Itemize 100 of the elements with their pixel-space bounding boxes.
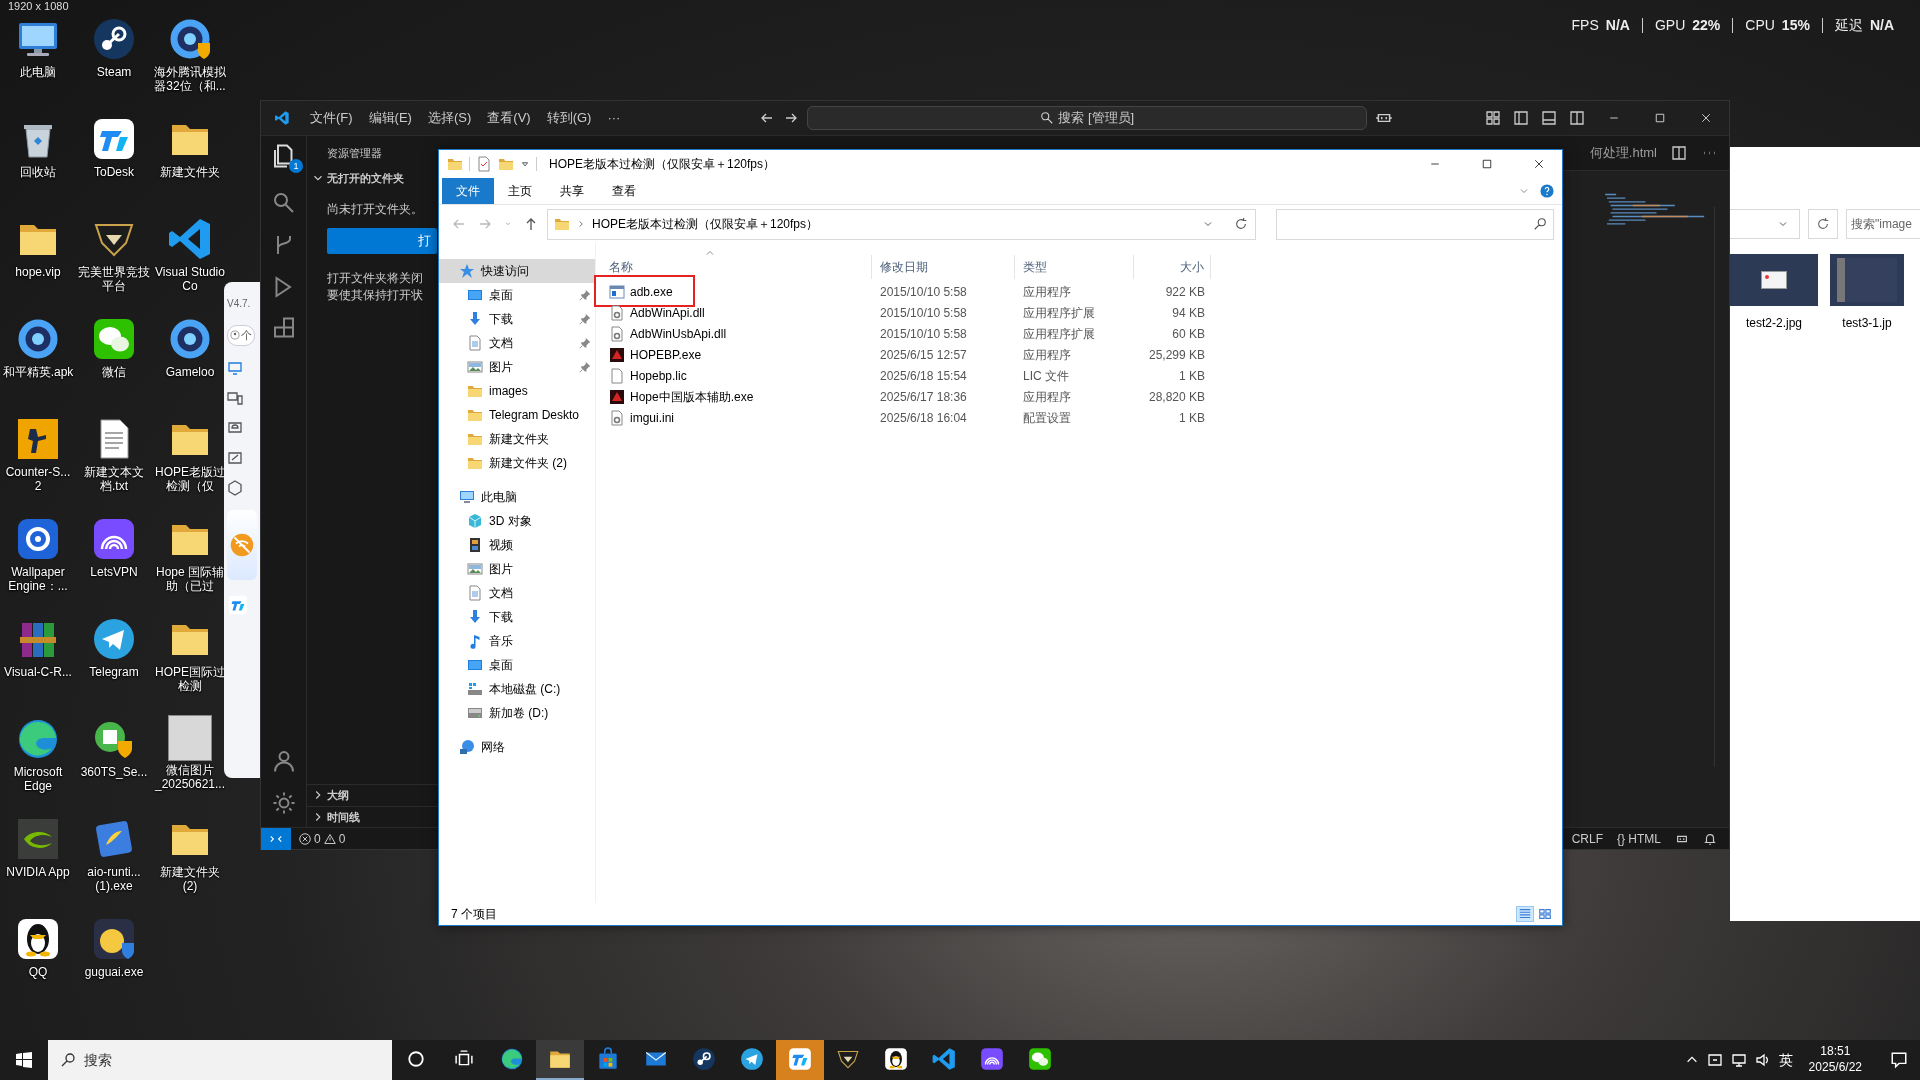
file-name[interactable]: Hopebp.lic <box>630 366 687 385</box>
nav-item[interactable]: 新建文件夹 <box>439 427 595 451</box>
modified-date: 2015/10/10 5:58 <box>879 304 968 322</box>
desktop-shortcut[interactable]: 微信 <box>76 313 152 413</box>
ribbon-tab[interactable]: 主页 <box>494 178 546 204</box>
image-thumbnail[interactable] <box>1830 254 1904 306</box>
nav-item[interactable]: 下载 <box>439 605 595 629</box>
desktop-shortcut[interactable]: hope.vip <box>0 213 76 313</box>
nav-item[interactable]: 新加卷 (D:) <box>439 701 595 725</box>
column-header[interactable]: 修改日期 <box>872 255 1015 279</box>
desktop-shortcut[interactable]: 此电脑 <box>0 13 76 113</box>
menu-item[interactable]: 选择(S) <box>420 105 479 131</box>
notification-icon <box>1890 1051 1908 1070</box>
desktop-shortcut[interactable]: 360TS_Se... <box>76 713 152 813</box>
menu-item[interactable]: 文件(F) <box>303 105 360 131</box>
column-header[interactable]: 名称 <box>601 255 872 279</box>
desktop-shortcut[interactable]: 微信图片 _20250621... <box>152 713 228 813</box>
checklist-icon <box>476 156 492 172</box>
input-method-indicator[interactable]: 英 <box>1778 1049 1793 1071</box>
menu-item[interactable]: 编辑(E) <box>361 105 419 131</box>
desktop-shortcut[interactable]: 新建文本文档.txt <box>76 413 152 513</box>
nav-item[interactable]: 文档 <box>439 581 595 605</box>
folder-icon <box>467 383 483 399</box>
desktop-shortcut[interactable]: Wallpaper Engine：... <box>0 513 76 613</box>
nav-item[interactable]: 桌面 <box>439 283 595 307</box>
desktop-shortcut[interactable]: HOPE国际过检测 <box>152 613 228 713</box>
file-name[interactable]: adb.exe <box>630 282 673 301</box>
desktop-shortcut[interactable]: Visual-C-R... <box>0 613 76 713</box>
nav-item[interactable]: 视频 <box>439 533 595 557</box>
desktop-shortcut[interactable]: NVIDIA App <box>0 813 76 913</box>
desktop-shortcut[interactable]: Visual Studio Co <box>152 213 228 313</box>
desktop-shortcut[interactable]: Gameloo <box>152 313 228 413</box>
desktop-shortcut[interactable]: Steam <box>76 13 152 113</box>
refresh-button[interactable] <box>1808 209 1838 239</box>
image-thumbnail[interactable] <box>1730 254 1818 306</box>
account-button[interactable]: 个 <box>227 325 255 346</box>
file-name[interactable]: imgui.ini <box>630 408 674 427</box>
desktop-shortcut[interactable]: HOPE老版过检测（仅 <box>152 413 228 513</box>
desktop-shortcut[interactable]: QQ <box>0 913 76 1013</box>
nav-item[interactable]: 音乐 <box>439 629 595 653</box>
file-name[interactable]: AdbWinApi.dll <box>630 303 705 322</box>
nav-item[interactable]: 本地磁盘 (C:) <box>439 677 595 701</box>
desktop-shortcut[interactable]: ToDesk <box>76 113 152 213</box>
view-mode-button[interactable] <box>1536 906 1554 922</box>
file-name[interactable]: AdbWinUsbApi.dll <box>630 324 727 343</box>
nav-item[interactable]: 3D 对象 <box>439 509 595 533</box>
ribbon-tab[interactable]: 查看 <box>598 178 650 204</box>
desktop-shortcut[interactable]: guguai.exe <box>76 913 152 1013</box>
desktop-shortcut[interactable]: Telegram <box>76 613 152 713</box>
desktop-shortcut[interactable]: 完美世界竞技平台 <box>76 213 152 313</box>
status-item[interactable]: CRLF <box>1571 829 1603 848</box>
nav-item[interactable]: 桌面 <box>439 653 595 677</box>
editor-tab[interactable]: 何处理.html <box>1589 143 1657 163</box>
app-icon <box>609 346 625 363</box>
nav-item[interactable]: 图片 <box>439 355 595 379</box>
status-item[interactable]: {} HTML <box>1617 829 1661 848</box>
file-name[interactable]: Hope中国版本辅助.exe <box>630 387 754 406</box>
nav-item[interactable]: 此电脑 <box>439 485 595 509</box>
desktop-shortcut[interactable]: 回收站 <box>0 113 76 213</box>
clock[interactable]: 18:51 2025/6/22 <box>1800 1044 1870 1076</box>
nav-item[interactable]: 下载 <box>439 307 595 331</box>
search-field[interactable] <box>1276 208 1554 240</box>
nav-item[interactable]: Telegram Deskto <box>439 403 595 427</box>
desktop-shortcut[interactable]: Microsoft Edge <box>0 713 76 813</box>
desktop-shortcut[interactable]: 新建文件夹 (2) <box>152 813 228 913</box>
file-name[interactable]: HOPEBP.exe <box>630 345 702 364</box>
nav-item[interactable]: 文档 <box>439 331 595 355</box>
nav-item[interactable]: 网络 <box>439 735 595 759</box>
address-bar[interactable]: HOPE老版本过检测（仅限安卓＋120fps） <box>547 208 1227 240</box>
remote-button[interactable] <box>261 827 291 850</box>
column-header[interactable]: 类型 <box>1015 255 1134 279</box>
desktop-shortcut[interactable]: Counter-S... 2 <box>0 413 76 513</box>
desktop-shortcut[interactable]: 海外腾讯模拟器32位（和... <box>152 13 228 113</box>
column-header[interactable]: 大小 <box>1134 255 1211 279</box>
search-field[interactable]: 搜索"image <box>1846 209 1920 239</box>
desktop-shortcut[interactable]: 和平精英.apk <box>0 313 76 413</box>
menu-item[interactable]: 查看(V) <box>480 105 538 131</box>
file-name[interactable]: test3-1.jp <box>1842 314 1892 332</box>
ribbon-tab[interactable]: 文件 <box>442 178 494 204</box>
nav-item[interactable]: images <box>439 379 595 403</box>
refresh-button[interactable] <box>1226 208 1256 240</box>
desktop-shortcut[interactable]: Hope 国际辅助（已过 <box>152 513 228 613</box>
nav-item[interactable]: 新建文件夹 (2) <box>439 451 595 475</box>
open-folder-button[interactable]: 打 <box>327 228 437 254</box>
menu-item[interactable]: ··· <box>600 105 628 131</box>
desktop-shortcut[interactable]: 新建文件夹 <box>152 113 228 213</box>
file-name[interactable]: test2-2.jpg <box>1745 314 1802 332</box>
ribbon-tab[interactable]: 共享 <box>546 178 598 204</box>
explorer-view-button[interactable]: 1 <box>271 144 303 173</box>
problems-indicator[interactable]: 0 0 <box>291 829 346 848</box>
desktop-shortcut[interactable]: LetsVPN <box>76 513 152 613</box>
section-header[interactable]: 无打开的文件夹 <box>307 161 439 186</box>
menu-item[interactable]: 转到(G) <box>539 105 599 131</box>
nav-item[interactable]: 图片 <box>439 557 595 581</box>
nav-item[interactable]: 快速访问 <box>439 259 595 283</box>
taskbar-app[interactable] <box>536 1040 584 1080</box>
search-field[interactable]: 搜索 <box>48 1040 392 1080</box>
command-search[interactable]: 搜索 [管理员] <box>807 106 1368 130</box>
desktop-shortcut[interactable]: aio-runti... (1).exe <box>76 813 152 913</box>
view-mode-button[interactable] <box>1516 906 1534 922</box>
